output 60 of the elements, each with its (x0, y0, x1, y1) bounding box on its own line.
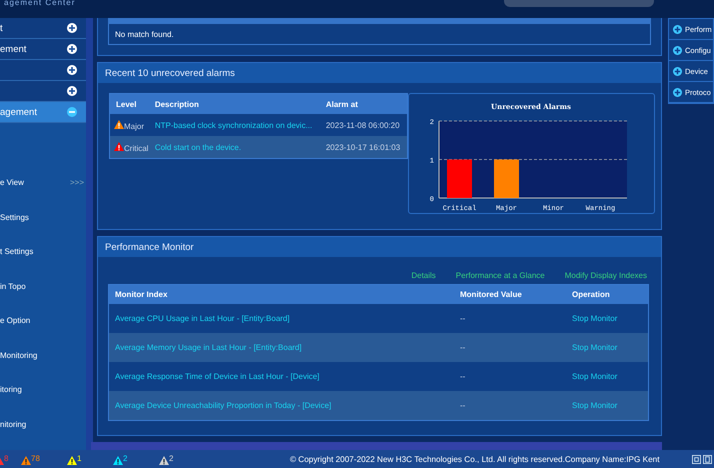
sidebar-item[interactable]: t Settings (0, 247, 34, 256)
sidebar-section[interactable]: ement (0, 39, 86, 60)
more-arrows[interactable]: >>> (70, 178, 84, 187)
sidebar-section[interactable] (0, 81, 86, 102)
plus-icon[interactable] (673, 88, 682, 96)
monitor-index-link[interactable]: Average Memory Usage in Last Hour - [Entity:Board] (115, 343, 302, 352)
sidebar-section[interactable]: t (0, 18, 86, 39)
plus-icon[interactable] (673, 46, 682, 54)
alarm-count: 2 (169, 454, 174, 462)
sidebar-section[interactable]: agement (0, 102, 86, 123)
column-header: Monitored Value (454, 284, 566, 304)
sidebar-section[interactable] (0, 60, 86, 81)
stop-monitor-link[interactable]: Stop Monitor (572, 401, 618, 410)
monitored-value: -- (460, 372, 466, 381)
no-match-message: No match found. (115, 30, 174, 38)
toolbar-link[interactable]: Details (411, 271, 436, 280)
alarm-count: 1 (77, 454, 82, 462)
sidebar-item[interactable]: nitoring (0, 420, 26, 428)
sidebar-item[interactable]: e Option (0, 316, 30, 325)
column-header: Monitor Index (108, 284, 454, 304)
plus-icon[interactable] (673, 66, 682, 76)
column-header: Level (110, 94, 149, 114)
expand-icon[interactable] (67, 23, 77, 33)
monitor-index-link[interactable]: Average CPU Usage in Last Hour - [Entity:Board] (115, 314, 290, 323)
alarm-time: 2023-11-08 06:00:20 (326, 120, 400, 130)
alarm-count: 2 (123, 454, 128, 462)
column-header: Description (148, 94, 320, 114)
column-header: Operation (566, 284, 648, 304)
collapse-icon[interactable] (67, 107, 77, 117)
stop-monitor-link[interactable]: Stop Monitor (572, 343, 618, 352)
plus-icon[interactable] (673, 24, 682, 34)
monitored-value: -- (460, 401, 466, 410)
panel-title: Recent 10 unrecovered alarms (105, 68, 235, 78)
bar (447, 160, 472, 198)
sidebar-item[interactable]: itoring (0, 385, 22, 394)
toolbar-link[interactable]: Performance at a Glance (456, 271, 545, 280)
expand-icon[interactable] (67, 44, 77, 54)
level-text: Major (124, 122, 144, 130)
expand-icon[interactable] (67, 65, 77, 75)
sidebar-item[interactable]: e View (0, 178, 24, 187)
column-header: Alarm at (320, 94, 408, 114)
monitor-index-link[interactable]: Average Response Time of Device in Last Hour - [Device] (115, 372, 320, 381)
panel-title: Performance Monitor (105, 242, 194, 252)
bar (494, 160, 519, 198)
toolbar-link[interactable]: Modify Display Indexes (564, 271, 647, 280)
monitored-value: -- (460, 343, 466, 352)
monitored-value: -- (460, 314, 466, 323)
alarm-time: 2023-10-17 16:01:03 (326, 142, 400, 152)
stop-monitor-link[interactable]: Stop Monitor (572, 314, 618, 323)
sidebar-item[interactable]: in Topo (0, 282, 26, 290)
sidebar-item[interactable]: Settings (0, 212, 29, 222)
expand-icon[interactable] (67, 86, 77, 96)
monitor-index-link[interactable]: Average Device Unreachability Proportion in Today - [Device] (115, 401, 332, 410)
level-text: Critical (124, 144, 148, 152)
alarm-count: 78 (31, 454, 40, 462)
stop-monitor-link[interactable]: Stop Monitor (572, 372, 618, 381)
search-field[interactable] (504, 0, 654, 7)
sidebar-item[interactable]: Monitoring (0, 350, 38, 360)
copyright-text: © Copyright 2007-2022 New H3C Technologies Co., Ltd. All rights reserved.Company Name:IPG Kent (290, 454, 660, 464)
alarm-count: 8 (4, 454, 8, 462)
